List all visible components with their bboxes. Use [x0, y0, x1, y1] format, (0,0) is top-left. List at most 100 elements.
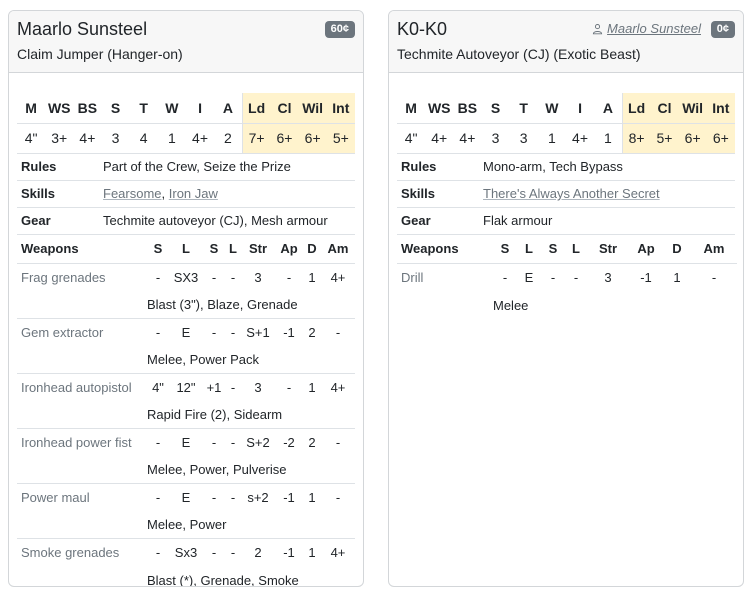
weapon-stat: -	[230, 435, 236, 451]
weapon-header-0: Weapons	[397, 234, 493, 264]
fighter-name[interactable]: K0-K0	[397, 19, 447, 40]
stat-header-t: T	[129, 93, 158, 124]
stat-value-s: 3	[101, 123, 130, 154]
weapon-traits-spacer	[17, 567, 147, 587]
stat-value-bs: 4+	[73, 123, 102, 154]
weapon-stat: -	[211, 270, 217, 286]
weapon-name[interactable]: Ironhead power fist	[17, 429, 147, 457]
weapon-stat: -	[211, 545, 217, 561]
weapon-stat: 1	[308, 270, 316, 286]
weapon-stat: s+2	[247, 490, 269, 506]
weapon-name[interactable]: Smoke grenades	[17, 539, 147, 567]
weapon-row: Smoke grenades - Sx3- -2 -1 1 4+	[17, 539, 355, 567]
weapon-stat: 4+	[330, 270, 346, 286]
skill-link-iron-jaw[interactable]: Iron Jaw	[169, 186, 218, 201]
stat-header-cl: Cl	[650, 93, 679, 124]
stat-header-i: I	[565, 93, 595, 124]
weapon-header-1: S	[493, 234, 517, 264]
weapon-stat: S+1	[246, 325, 270, 341]
weapon-traits: Melee	[493, 297, 529, 313]
skill-separator: ,	[161, 186, 169, 201]
gear-row: Gear Techmite autoveyor (CJ), Mesh armou…	[17, 208, 355, 235]
rules-row: Rules Part of the Crew, Seize the Prize	[17, 154, 355, 181]
weapon-stat: 3	[604, 270, 612, 286]
owner-link[interactable]: Maarlo Sunsteel	[592, 21, 701, 36]
weapon-header-2: L	[517, 234, 541, 264]
stat-header-a: A	[214, 93, 243, 124]
weapon-stat: -2	[283, 435, 295, 451]
stat-header-ws: WS	[425, 93, 454, 124]
cost-badge: 60¢	[324, 21, 355, 38]
weapons-table: Weapons S L S L Str Ap D Am Frag grenades - SX3- -3…	[17, 234, 355, 587]
weapon-header-8: Am	[691, 234, 737, 264]
weapon-stat: 1	[308, 490, 316, 506]
skill-link-fearsome[interactable]: Fearsome	[103, 186, 162, 201]
card-body: M WS BS S T W I A Ld Cl Wil Int 4" 3+ 4+ 3 4 1 4+ 2 7+ 6+ 6+ 5…	[9, 73, 363, 587]
stat-header-int: Int	[326, 93, 355, 124]
weapon-name[interactable]: Power maul	[17, 484, 147, 512]
stat-value-m: 4"	[397, 123, 426, 154]
fighter-type: Claim Jumper (Hanger-on)	[17, 46, 183, 62]
weapon-name[interactable]: Gem extractor	[17, 319, 147, 347]
weapon-stat: -	[155, 325, 161, 341]
weapon-stat: -	[711, 270, 717, 286]
weapon-stat: S+2	[246, 435, 270, 451]
stat-value-wil: 6+	[678, 123, 707, 154]
stat-header-wil: Wil	[678, 93, 707, 124]
owner-name[interactable]: Maarlo Sunsteel	[607, 21, 701, 36]
stat-value-cl: 6+	[270, 123, 299, 154]
weapon-stat: E	[181, 325, 191, 341]
rules-label: Rules	[21, 159, 57, 174]
weapon-traits-spacer	[17, 401, 147, 429]
weapon-stat: -	[502, 270, 508, 286]
stat-header-m: M	[17, 93, 46, 124]
card-body: M WS BS S T W I A Ld Cl Wil Int 4" 4+ 4+ 3 3 1 4+ 1 8+ 5+ 6+ 6…	[389, 73, 743, 319]
weapon-traits: Blast (*), Grenade, Smoke	[147, 572, 299, 587]
gear-label: Gear	[401, 213, 431, 228]
stat-value-s: 3	[481, 123, 510, 154]
weapon-stat: -	[573, 270, 579, 286]
weapon-stat: SX3	[173, 270, 199, 286]
weapon-traits-row: Melee, Power, Pulverise	[17, 456, 355, 484]
weapon-stat: 1	[308, 380, 316, 396]
weapon-stat: 4"	[152, 380, 164, 396]
weapon-stat: -	[335, 490, 341, 506]
stat-header-m: M	[397, 93, 426, 124]
weapon-traits: Melee, Power Pack	[147, 346, 355, 374]
weapon-traits-spacer	[17, 291, 147, 319]
weapon-row: Ironhead power fist - E - - S+2 -2 2-	[17, 429, 355, 457]
weapon-header-5: Str	[241, 234, 275, 264]
weapon-name[interactable]: Frag grenades	[17, 264, 147, 292]
stat-header-wil: Wil	[298, 93, 327, 124]
weapon-row: Power maul - E - - s+2 -1 1-	[17, 484, 355, 512]
stat-value-ws: 4+	[425, 123, 454, 154]
stat-value-int: 6+	[706, 123, 735, 154]
weapon-traits: Rapid Fire (2), Sidearm	[147, 401, 355, 429]
stat-value-t: 4	[129, 123, 158, 154]
gear-row: Gear Flak armour	[397, 208, 735, 235]
weapon-stat: 4+	[330, 545, 346, 561]
skills-label: Skills	[401, 186, 435, 201]
weapon-name[interactable]: Drill	[397, 264, 493, 292]
card-header: Maarlo Sunsteel Claim Jumper (Hanger-on)…	[9, 11, 363, 73]
weapon-stat: -	[155, 545, 161, 561]
stat-value-int: 5+	[326, 123, 355, 154]
weapon-stat: 3	[254, 380, 262, 396]
weapon-header-2: L	[169, 234, 203, 264]
weapon-traits-spacer	[17, 456, 147, 484]
weapon-name[interactable]: Ironhead autopistol	[17, 374, 147, 402]
fighter-card-k0k0: K0-K0 Maarlo Sunsteel 0¢ Techmite Autove…	[388, 10, 744, 587]
stat-header-w: W	[157, 93, 186, 124]
stat-value-i: 4+	[565, 123, 595, 154]
weapon-stat: -	[335, 325, 341, 341]
stat-header-a: A	[594, 93, 623, 124]
weapon-traits-row: Melee, Power	[17, 511, 355, 539]
weapon-stat: 4+	[330, 380, 346, 396]
stat-value-t: 3	[509, 123, 538, 154]
weapon-stat: 2	[308, 325, 316, 341]
skill-link-always-another-secret[interactable]: There's Always Another Secret	[483, 186, 660, 201]
weapon-stat: Sx3	[174, 545, 198, 561]
weapon-stat: -1	[640, 270, 652, 286]
fighter-name[interactable]: Maarlo Sunsteel	[17, 19, 147, 40]
rules-label: Rules	[401, 159, 437, 174]
